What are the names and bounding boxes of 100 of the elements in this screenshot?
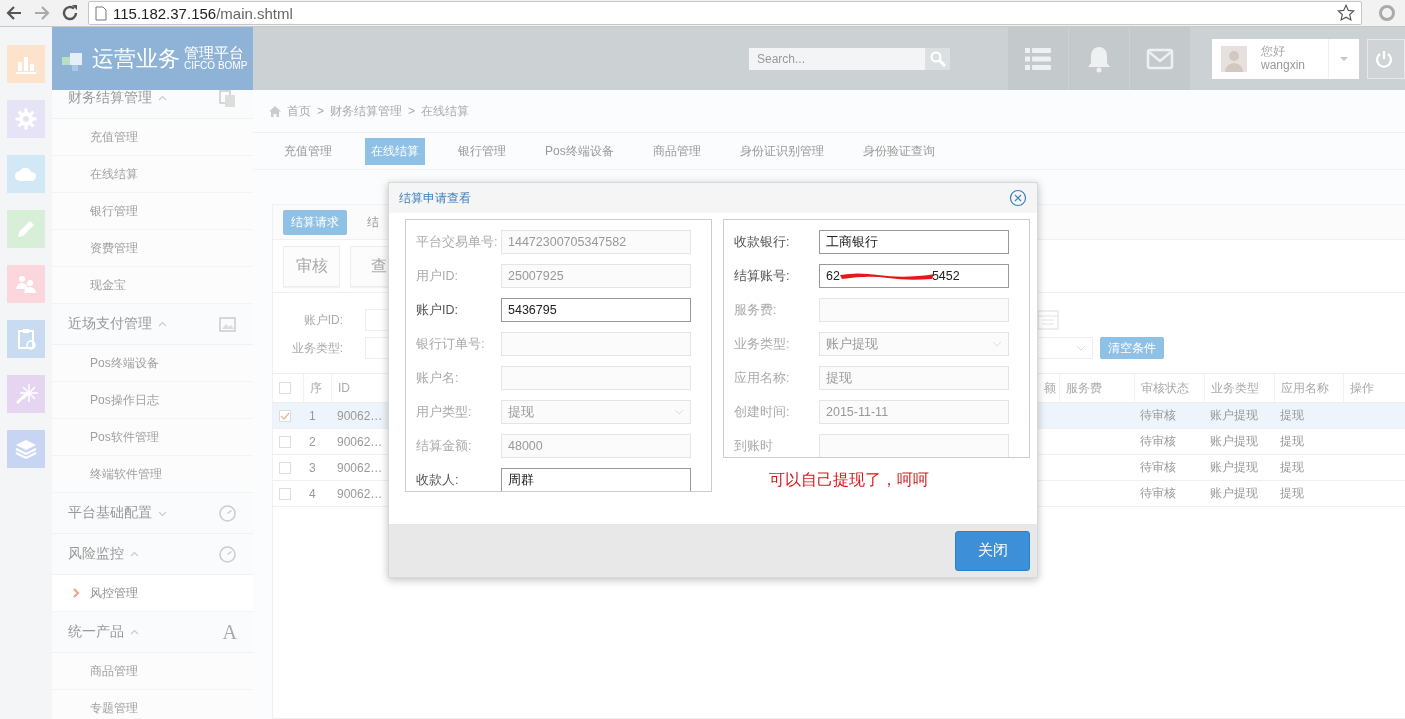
checkbox[interactable] [279,461,291,474]
input-field[interactable]: 5436795 [501,298,691,322]
table-cell: 提现 [1280,433,1304,450]
field-value: 5436795 [508,303,557,317]
gear-icon [14,107,38,131]
power-icon [1374,48,1395,69]
input-field[interactable]: 工商银行 [819,230,1009,254]
nav-tile[interactable] [7,320,45,358]
table-cell: 提现 [1280,407,1304,424]
checkbox[interactable] [279,382,291,394]
breadcrumb-separator: > [317,104,324,118]
field-value: 48000 [508,439,543,453]
input-field[interactable]: 周群 [501,468,691,491]
column-header: 业务类型 [1204,374,1274,402]
tab[interactable]: Pos终端设备 [539,137,620,165]
caret-up-icon [158,93,167,103]
search-button[interactable] [925,47,950,70]
checkbox[interactable] [279,435,291,448]
nav-tile[interactable] [7,45,45,83]
table-cell: 90062… [337,460,383,475]
tab[interactable]: 充值管理 [278,137,338,165]
nav-tile[interactable] [7,375,45,413]
table-cell: 待审核 [1140,485,1176,502]
tab[interactable]: 银行管理 [452,137,512,165]
sidebar-group[interactable]: 平台基础配置 [52,493,253,534]
nav-tile[interactable] [7,265,45,303]
close-button[interactable] [1009,189,1027,207]
field-label: 创建时间: [733,403,791,421]
breadcrumb-link[interactable]: 首页 [287,102,311,120]
action-button[interactable]: 审核 [283,245,340,287]
extension-icon[interactable] [1378,4,1396,22]
copy-icon [218,90,237,108]
calendar-icon[interactable] [1037,309,1059,331]
home-icon [269,105,281,117]
address-bar[interactable]: 115.182.37.156/main.shtml [88,1,1362,25]
field-value: 账户提现 [826,335,878,353]
table-cell: 90062… [337,486,383,501]
table-cell: 账户提现 [1210,485,1258,502]
nav-tile[interactable] [7,210,45,248]
nav-tile[interactable] [7,430,45,468]
breadcrumb-link[interactable]: 在线结算 [421,102,470,120]
table-cell: 1 [309,408,316,423]
field-label: 业务类型: [733,335,791,353]
column-header: 应用名称 [1274,374,1343,402]
field-label: 到账时 [733,437,774,455]
table-cell: 待审核 [1140,459,1176,476]
sparkle-icon [14,382,38,406]
table-cell: 账户提现 [1210,433,1258,450]
column-header: 序 [303,374,331,402]
table-cell: 待审核 [1140,433,1176,450]
table-cell: 3 [309,460,316,475]
field-label: 收款人: [415,471,460,489]
tab[interactable]: 结算请求 [283,209,347,235]
field-label: 结算账号: [733,267,791,285]
tab[interactable]: 在线结算 [365,137,425,165]
field-label: 平台交易单号: [415,233,499,251]
field-label: 服务费: [733,301,778,319]
table-cell: 账户提现 [1210,407,1258,424]
column-header: 审核状态 [1134,374,1204,402]
breadcrumb-link[interactable]: 财务结算管理 [330,102,402,120]
star-icon[interactable] [1337,4,1355,22]
nav-tile[interactable] [7,155,45,193]
chevron-down-icon [1076,344,1086,352]
gauge-icon [218,544,237,564]
breadcrumb-separator: > [408,104,416,118]
field-label: 账户ID: [415,301,459,319]
search-icon [928,49,947,68]
tab[interactable]: 结 [359,209,387,235]
tab[interactable]: 身份证识别管理 [733,137,830,165]
field-label: 用户类型: [415,403,473,421]
field-value: 14472300705347582 [508,235,627,249]
clear-button[interactable]: 清空条件 [1100,337,1164,359]
table-cell: 2 [309,434,316,449]
caret-up-icon [158,319,167,329]
checkbox[interactable] [279,487,291,500]
account-number-end: 5452 [931,269,960,283]
field-value: 2015-11-11 [826,405,889,419]
annotation: 可以自己提现了，呵呵 [769,470,929,490]
tab[interactable]: 商品管理 [646,137,707,165]
checkbox[interactable] [279,409,291,422]
sidebar-item[interactable]: 风控管理 [52,575,253,612]
user-menu[interactable]: 您好 wangxin [1212,38,1360,79]
field-label: 银行订单号: [415,335,486,353]
reload-icon[interactable] [60,3,80,23]
caret-up-icon [130,549,139,559]
filter-label: 业务类型: [290,339,343,357]
filter-label: 账户ID: [302,311,343,329]
account-number-start: 62 [826,269,840,283]
close-button[interactable]: 关闭 [955,530,1030,571]
power-button[interactable] [1367,38,1405,79]
table-cell: 待审核 [1140,407,1176,424]
nav-tile[interactable] [7,100,45,138]
image-icon [218,314,237,334]
input-field[interactable]: 62 5452 [819,264,1009,288]
table-cell: 4 [309,486,316,501]
chevron-down-icon [992,339,1002,349]
caret-up-icon [130,627,139,637]
greeting: 您好 [1261,44,1286,59]
tab[interactable]: 身份验证查询 [856,137,941,165]
page-icon [95,5,107,21]
